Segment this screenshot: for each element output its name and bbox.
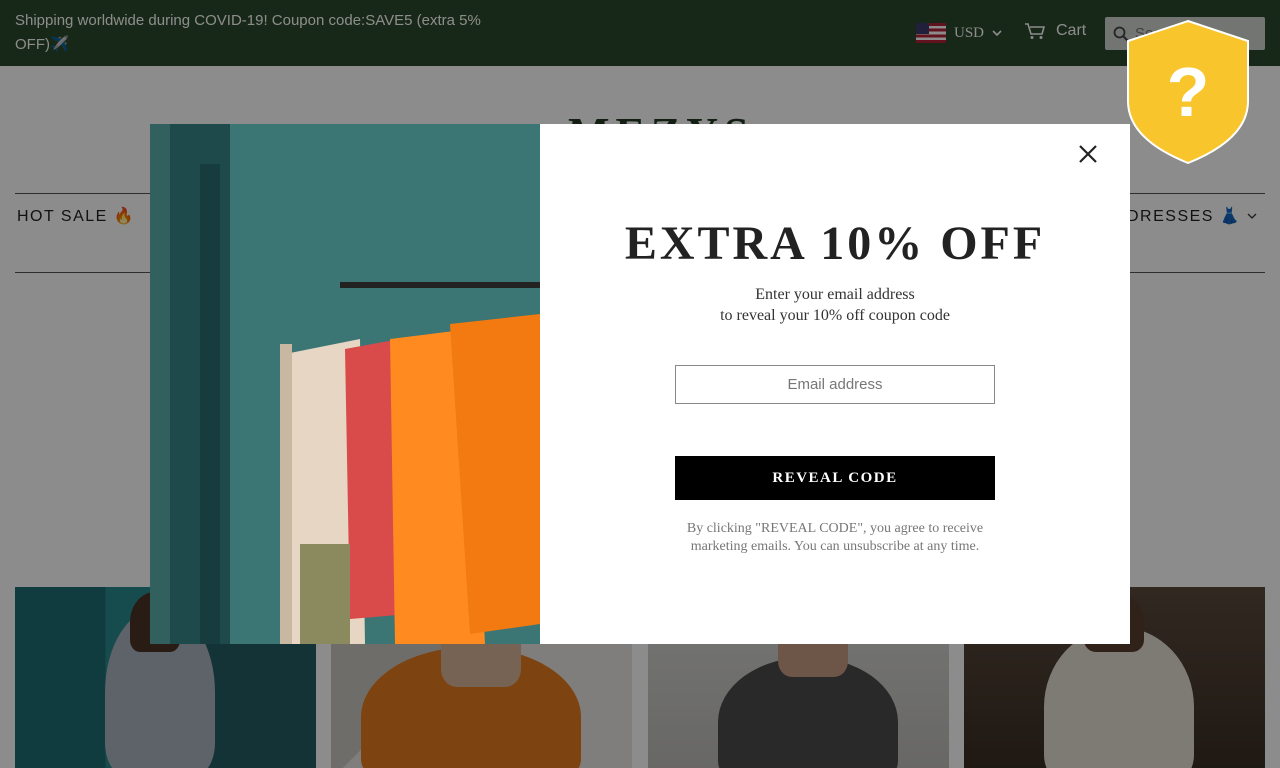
close-icon[interactable] bbox=[1076, 142, 1100, 166]
popup-headline: EXTRA 10% OFF bbox=[624, 217, 1046, 270]
popup-subtitle-line: to reveal your 10% off coupon code bbox=[720, 307, 950, 324]
badge-glyph: ? bbox=[1167, 53, 1210, 131]
reveal-code-button[interactable]: REVEAL CODE bbox=[675, 456, 995, 500]
newsletter-popup: EXTRA 10% OFF Enter your email address t… bbox=[150, 124, 1130, 644]
popup-legal-text: By clicking "REVEAL CODE", you agree to … bbox=[686, 521, 984, 554]
question-shield-icon[interactable]: ? bbox=[1125, 19, 1251, 165]
popup-content: EXTRA 10% OFF Enter your email address t… bbox=[540, 124, 1130, 644]
email-field[interactable] bbox=[675, 365, 995, 404]
clothing-rack-image bbox=[150, 124, 540, 644]
popup-subtitle-line: Enter your email address bbox=[755, 286, 915, 303]
popup-subtitle: Enter your email address to reveal your … bbox=[540, 284, 1130, 326]
